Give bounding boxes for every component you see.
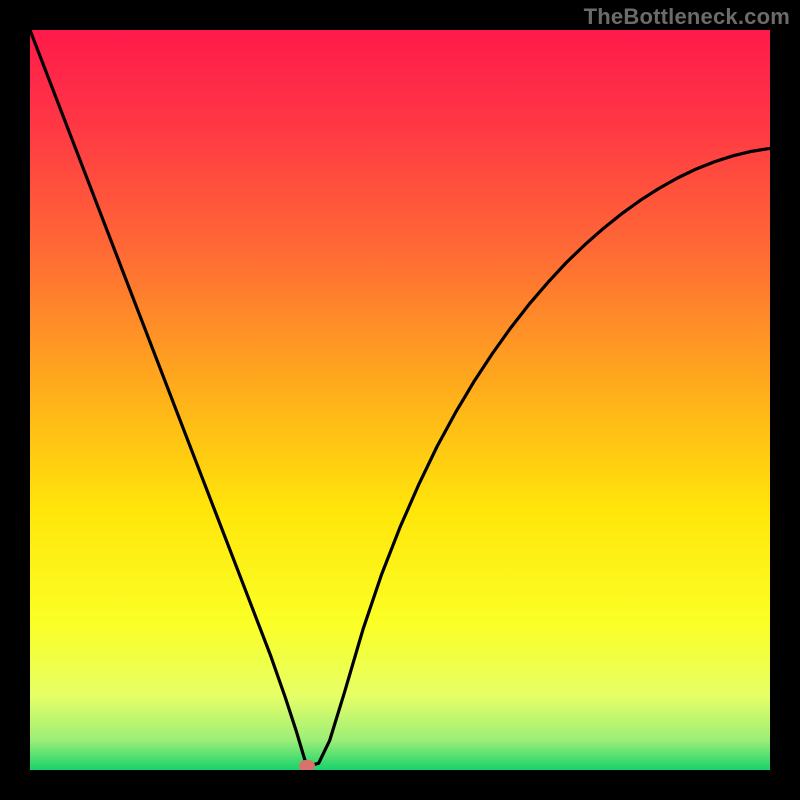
plot-area <box>30 30 770 770</box>
bottleneck-curve <box>30 30 770 770</box>
watermark-text: TheBottleneck.com <box>584 4 790 30</box>
chart-frame: TheBottleneck.com <box>0 0 800 800</box>
optimal-point-marker <box>299 760 315 770</box>
